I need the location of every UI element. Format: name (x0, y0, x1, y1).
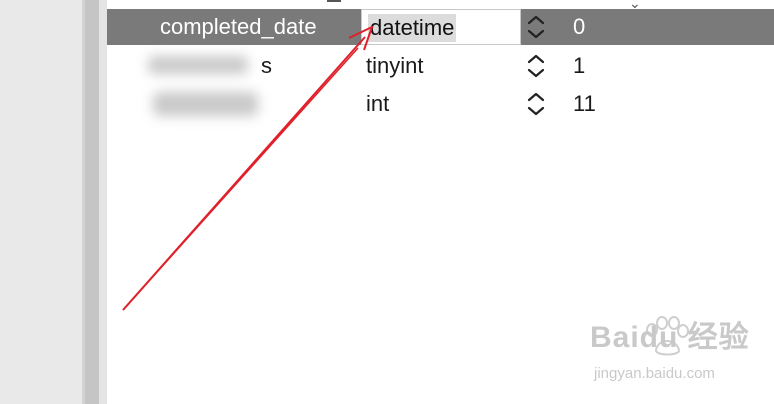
length-cell[interactable]: 1 (573, 48, 585, 84)
pane-splitter[interactable] (85, 0, 99, 404)
column-name-suffix: s (261, 53, 272, 78)
type-cell[interactable]: int (366, 86, 389, 122)
splitter-inner (99, 0, 107, 404)
length-cell[interactable]: 11 (573, 86, 596, 122)
underscore-fragment (327, 0, 341, 2)
type-cell[interactable]: tinyint (366, 48, 423, 84)
updown-chevron-icon[interactable] (525, 90, 547, 118)
watermark: Baidu 经验 jingyan.baidu.com (590, 316, 770, 390)
updown-chevron-icon[interactable] (525, 52, 547, 80)
left-sidebar (0, 0, 82, 404)
blurred-column-name (153, 92, 258, 116)
table-row-selected[interactable]: completed_date datetime 0 (107, 9, 774, 45)
column-name-cell[interactable]: completed_date (160, 9, 317, 45)
updown-chevron-icon[interactable] (525, 13, 547, 41)
length-cell[interactable]: 0 (573, 9, 585, 45)
blurred-column-name (148, 56, 248, 74)
previous-row-fragment: ⌄ (107, 0, 774, 10)
watermark-brand: Baidu 经验 (590, 321, 750, 354)
type-edit-field[interactable]: datetime (361, 9, 521, 45)
type-edit-value[interactable]: datetime (368, 14, 457, 42)
watermark-url: jingyan.baidu.com (594, 365, 715, 382)
